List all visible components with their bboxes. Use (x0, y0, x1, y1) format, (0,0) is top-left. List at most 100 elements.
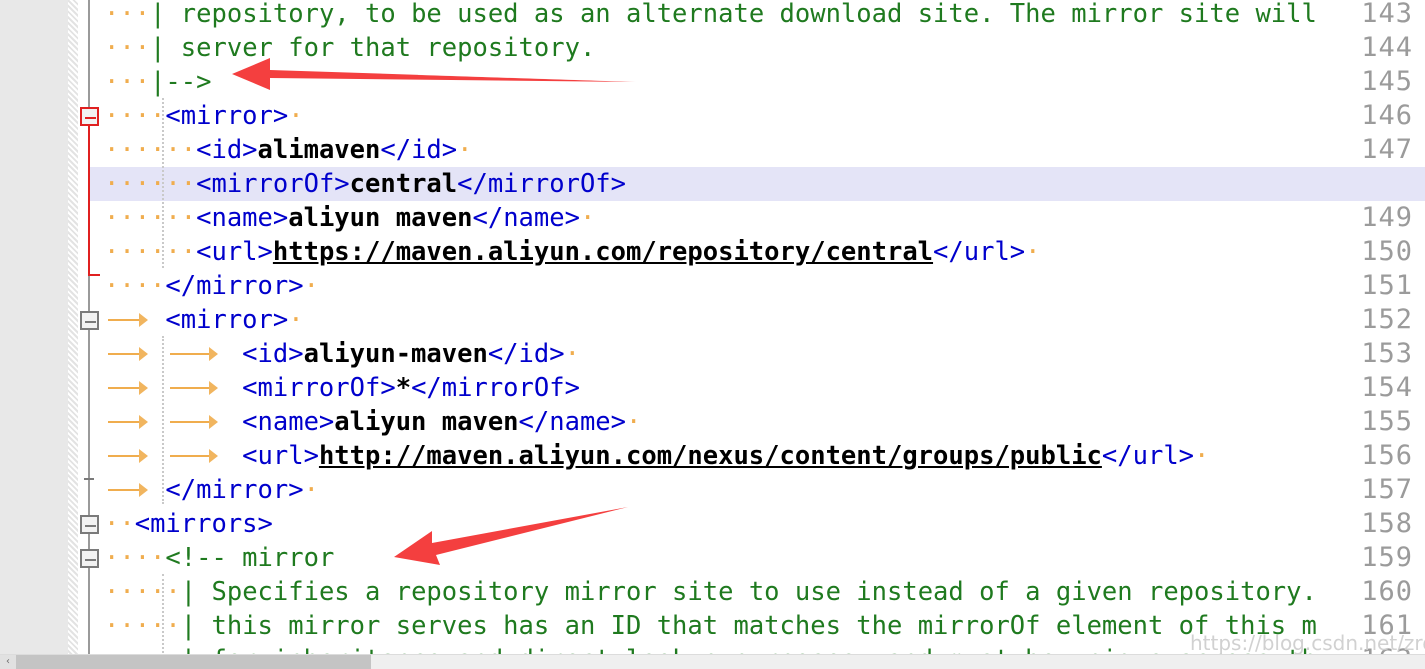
tab-indent-arrow (170, 347, 218, 361)
url-link[interactable]: https://maven.aliyun.com/repository/cent… (273, 237, 933, 267)
whitespace-dots: ··· (104, 0, 151, 29)
url-link[interactable]: http://maven.aliyun.com/nexus/content/gr… (319, 441, 1102, 471)
gutter-edge-stripe (68, 0, 78, 655)
trailing-whitespace-dot: · (288, 305, 304, 335)
scrollbar-thumb[interactable] (16, 655, 371, 669)
xml-comment: repository, to be used as an alternate d… (180, 0, 1317, 29)
watermark: https://blog.csdn.net/zrqzrqx (1190, 631, 1425, 655)
tab-indent-arrow (170, 449, 218, 463)
code-line[interactable]: ··<mirrors> (104, 507, 273, 541)
fold-bracket-active (88, 124, 90, 276)
line-number: 152 (1361, 304, 1413, 335)
xml-comment: server for that repository. (180, 33, 596, 63)
trailing-whitespace-dot: · (579, 203, 596, 233)
line-number: 151 (1361, 270, 1413, 301)
code-line[interactable]: ····</mirror>· (104, 269, 319, 303)
trailing-whitespace-dot: · (303, 475, 319, 505)
xml-comment: <!-- mirror (165, 543, 335, 573)
tab-indent-arrow (108, 381, 148, 395)
xml-value: aliyun maven (334, 407, 519, 437)
code-line[interactable]: ····<!-- mirror (104, 541, 334, 575)
xml-comment: |--> (150, 67, 227, 97)
xml-tag: </mirrorOf> (457, 169, 627, 199)
line-number: 156 (1361, 440, 1413, 471)
whitespace-dots: ······ (104, 169, 197, 199)
trailing-whitespace-dot: · (1025, 237, 1041, 267)
xml-comment: | (180, 577, 212, 607)
code-line[interactable]: ·····| Specifies a repository mirror sit… (104, 575, 1317, 609)
xml-tag: <url> (196, 237, 273, 267)
tab-indent-arrow (108, 313, 148, 327)
code-line[interactable]: ······<name>aliyun maven</name>· (104, 201, 595, 235)
annotation-arrow-2 (394, 507, 628, 565)
whitespace-dots: ···· (104, 271, 166, 301)
code-line[interactable]: ···|--> (104, 65, 227, 99)
line-number: 154 (1361, 372, 1413, 403)
code-line[interactable]: ······<id>alimaven</id>· (104, 133, 473, 167)
fold-toggle-152[interactable] (80, 311, 99, 330)
fold-toggle-158[interactable] (80, 515, 99, 534)
fold-minus-icon (85, 321, 96, 323)
xml-tag: </id> (487, 339, 565, 369)
xml-tag: </id> (380, 135, 458, 165)
line-number: 158 (1361, 508, 1413, 539)
code-line[interactable]: ······<mirrorOf>central</mirrorOf> (104, 167, 626, 201)
code-line[interactable]: ···| repository, to be used as an altern… (104, 0, 1317, 31)
line-number: 144 (1361, 32, 1413, 63)
line-number-gutter (0, 0, 68, 655)
fold-minus-icon (85, 559, 96, 561)
trailing-whitespace-dot: · (1194, 441, 1210, 471)
xml-comment: | (150, 0, 181, 29)
whitespace-dots: ····· (104, 577, 181, 607)
xml-comment: Specifies a repository mirror site to us… (211, 577, 1317, 607)
fold-toggle-159[interactable] (80, 549, 99, 568)
xml-value: * (395, 373, 412, 403)
fold-minus-icon (85, 525, 96, 527)
xml-tag: </name> (472, 203, 580, 233)
whitespace-dots: ····· (104, 611, 181, 641)
line-number: 159 (1361, 542, 1413, 573)
xml-tag: <url> (242, 441, 319, 471)
fold-bracket-foot (84, 478, 94, 480)
xml-tag: <mirrors> (134, 509, 273, 539)
code-line[interactable]: ······<url>https://maven.aliyun.com/repo… (104, 235, 1041, 269)
whitespace-dots: ··· (104, 67, 151, 97)
code-line[interactable]: ·····| this mirror serves has an ID that… (104, 609, 1317, 643)
whitespace-dots: ······ (104, 135, 197, 165)
xml-tag: <mirror> (165, 305, 289, 335)
trailing-whitespace-dot: · (303, 271, 319, 301)
xml-tag: </url> (1101, 441, 1195, 471)
xml-tag: <mirrorOf> (196, 169, 350, 199)
xml-tag: <name> (242, 407, 335, 437)
line-number: 143 (1361, 0, 1413, 29)
xml-comment: this mirror serves has an ID that matche… (211, 611, 1317, 641)
xml-tag: <id> (196, 135, 258, 165)
scroll-left-button[interactable]: ‹ (0, 655, 16, 669)
tab-indent-arrow (170, 415, 218, 429)
xml-value: aliyun maven (288, 203, 473, 233)
xml-tag: </mirror> (165, 271, 304, 301)
horizontal-scrollbar[interactable]: ‹ (0, 654, 1425, 669)
tab-indent-arrow (108, 449, 148, 463)
code-line[interactable]: ···| server for that repository. (104, 31, 595, 65)
whitespace-dots: ···· (104, 543, 166, 573)
xml-comment: | (180, 611, 212, 641)
line-number: 160 (1361, 576, 1413, 607)
xml-tag: </url> (933, 237, 1026, 267)
xml-tag: <mirror> (165, 101, 289, 131)
line-number: 145 (1361, 66, 1413, 97)
tab-indent-arrow (108, 415, 148, 429)
tab-indent-arrow (170, 381, 218, 395)
tab-indent-arrow (108, 347, 148, 361)
code-line[interactable]: <url>http://maven.aliyun.com/nexus/conte… (104, 439, 1209, 473)
fold-minus-icon (85, 117, 96, 119)
xml-tag: </mirror> (165, 475, 304, 505)
whitespace-dots: ······ (104, 203, 197, 233)
xml-value: aliyun-maven (303, 339, 488, 369)
whitespace-dots: ···· (104, 101, 166, 131)
whitespace-dots: ······ (104, 237, 197, 267)
code-line[interactable]: ····<mirror>· (104, 99, 304, 133)
line-number: 149 (1361, 202, 1413, 233)
scroll-left-icon: ‹ (6, 656, 10, 667)
xml-tag: <id> (242, 339, 304, 369)
